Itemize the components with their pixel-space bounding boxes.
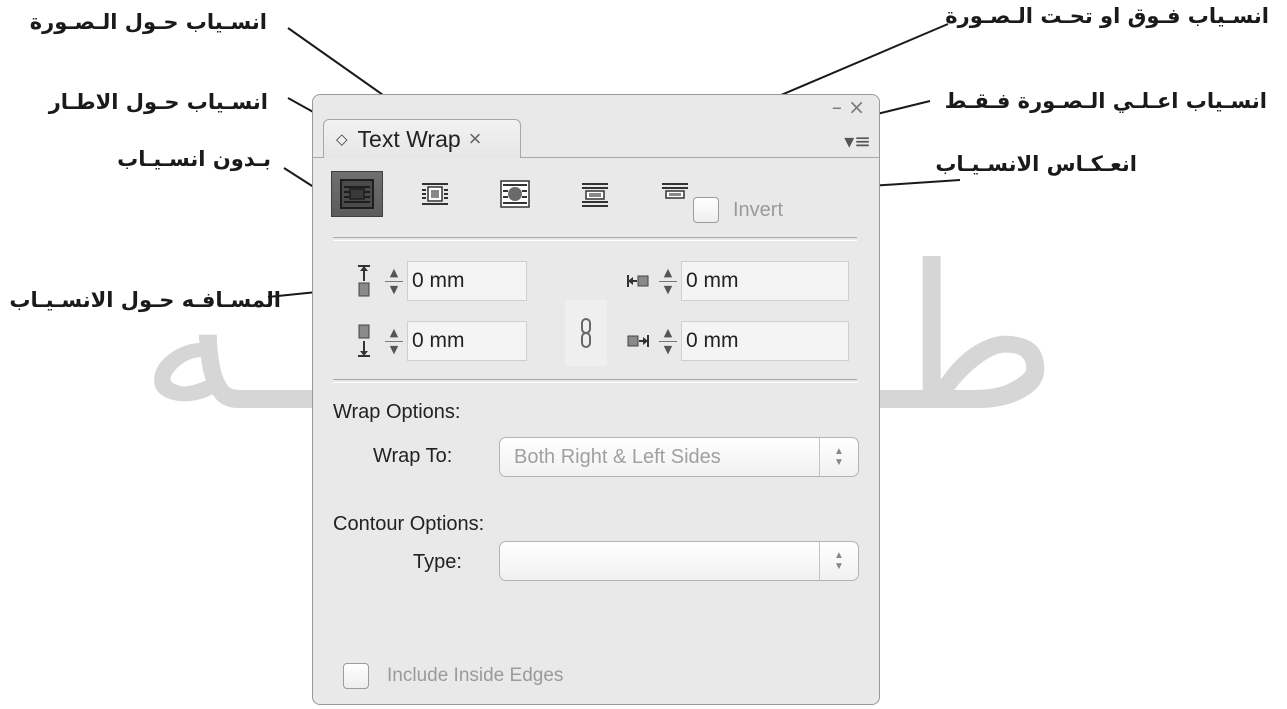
tab-diamond-icon: ◇ (336, 131, 348, 148)
wrap-object-shape-icon (500, 180, 530, 208)
tab-text-wrap[interactable]: ◇ Text Wrap × (323, 119, 521, 158)
include-inside-edges-label: Include Inside Edges (387, 665, 564, 686)
bottom-offset-control: ▲ ▼ 0 mm (353, 319, 527, 363)
wrap-around-bounding-box-button[interactable] (409, 171, 461, 217)
right-offset-icon (627, 319, 649, 363)
callout-offset-distance: المسـافـه حـول الانسـيـاب (9, 288, 281, 312)
callout-invert-wrap: انعـكـاس الانسـيـاب (935, 152, 1137, 176)
wrap-bounding-box-icon (422, 183, 448, 205)
type-label: Type: (413, 551, 462, 573)
select-arrows-icon: ▲ ▼ (819, 438, 858, 476)
wrap-to-value: Both Right & Left Sides (514, 445, 721, 468)
left-offset-spinner[interactable]: ▲ ▼ (655, 263, 681, 299)
jump-next-column-icon (662, 183, 688, 199)
right-offset-field[interactable]: 0 mm (681, 321, 849, 361)
wrap-around-object-shape-button[interactable] (489, 171, 541, 217)
no-wrap-icon (340, 179, 374, 209)
contour-options-heading: Contour Options: (333, 513, 485, 535)
top-offset-control: ▲ ▼ 0 mm (353, 259, 527, 303)
jump-object-button[interactable] (569, 171, 621, 217)
divider (333, 379, 857, 383)
invert-label: Invert (733, 198, 784, 221)
top-offset-spinner[interactable]: ▲ ▼ (381, 263, 407, 299)
include-inside-edges-checkbox[interactable] (343, 663, 369, 689)
callout-wrap-above-only: انسـياب اعـلـي الـصـورة فـقـط (944, 89, 1267, 113)
select-arrows-icon: ▲ ▼ (819, 542, 858, 580)
callout-wrap-around-frame: انسـياب حـول الاطـار (48, 90, 268, 114)
text-wrap-panel: – × ◇ Text Wrap × ▾≡ Invert ▲ ▼ 0 mm ▲ ▼… (312, 94, 880, 705)
callout-wrap-around-image: انسـياب حـول الـصـورة (29, 10, 267, 34)
callout-no-wrap: بـدون انسـيـاب (117, 147, 271, 171)
wrap-to-select[interactable]: Both Right & Left Sides ▲ ▼ (499, 437, 859, 477)
make-all-settings-same-button[interactable] (565, 300, 607, 366)
contour-type-select[interactable]: ▲ ▼ (499, 541, 859, 581)
left-offset-control: ▲ ▼ 0 mm (627, 259, 849, 303)
bottom-offset-icon (353, 319, 375, 363)
no-wrap-button[interactable] (331, 171, 383, 217)
bottom-offset-field[interactable]: 0 mm (407, 321, 527, 361)
right-offset-control: ▲ ▼ 0 mm (627, 319, 849, 363)
divider (333, 237, 857, 241)
jump-object-icon (582, 183, 608, 207)
link-chain-icon (581, 318, 591, 348)
panel-menu-icon[interactable]: ▾≡ (844, 129, 871, 153)
top-offset-icon (353, 259, 375, 303)
invert-option[interactable]: Invert (693, 197, 783, 223)
top-offset-field[interactable]: 0 mm (407, 261, 527, 301)
tab-close-icon[interactable]: × (469, 126, 482, 152)
callout-wrap-above-below: انسـياب فـوق او تحـت الـصـورة (945, 4, 1269, 28)
wrap-options-heading: Wrap Options: (333, 401, 461, 423)
invert-checkbox[interactable] (693, 197, 719, 223)
left-offset-icon (627, 259, 649, 303)
left-offset-field[interactable]: 0 mm (681, 261, 849, 301)
tab-title: Text Wrap (357, 125, 461, 152)
panel-tab-bar: ◇ Text Wrap × ▾≡ (313, 115, 879, 158)
include-inside-edges-option[interactable]: Include Inside Edges (343, 663, 563, 689)
bottom-offset-spinner[interactable]: ▲ ▼ (381, 323, 407, 359)
wrap-to-label: Wrap To: (373, 445, 453, 467)
right-offset-spinner[interactable]: ▲ ▼ (655, 323, 681, 359)
